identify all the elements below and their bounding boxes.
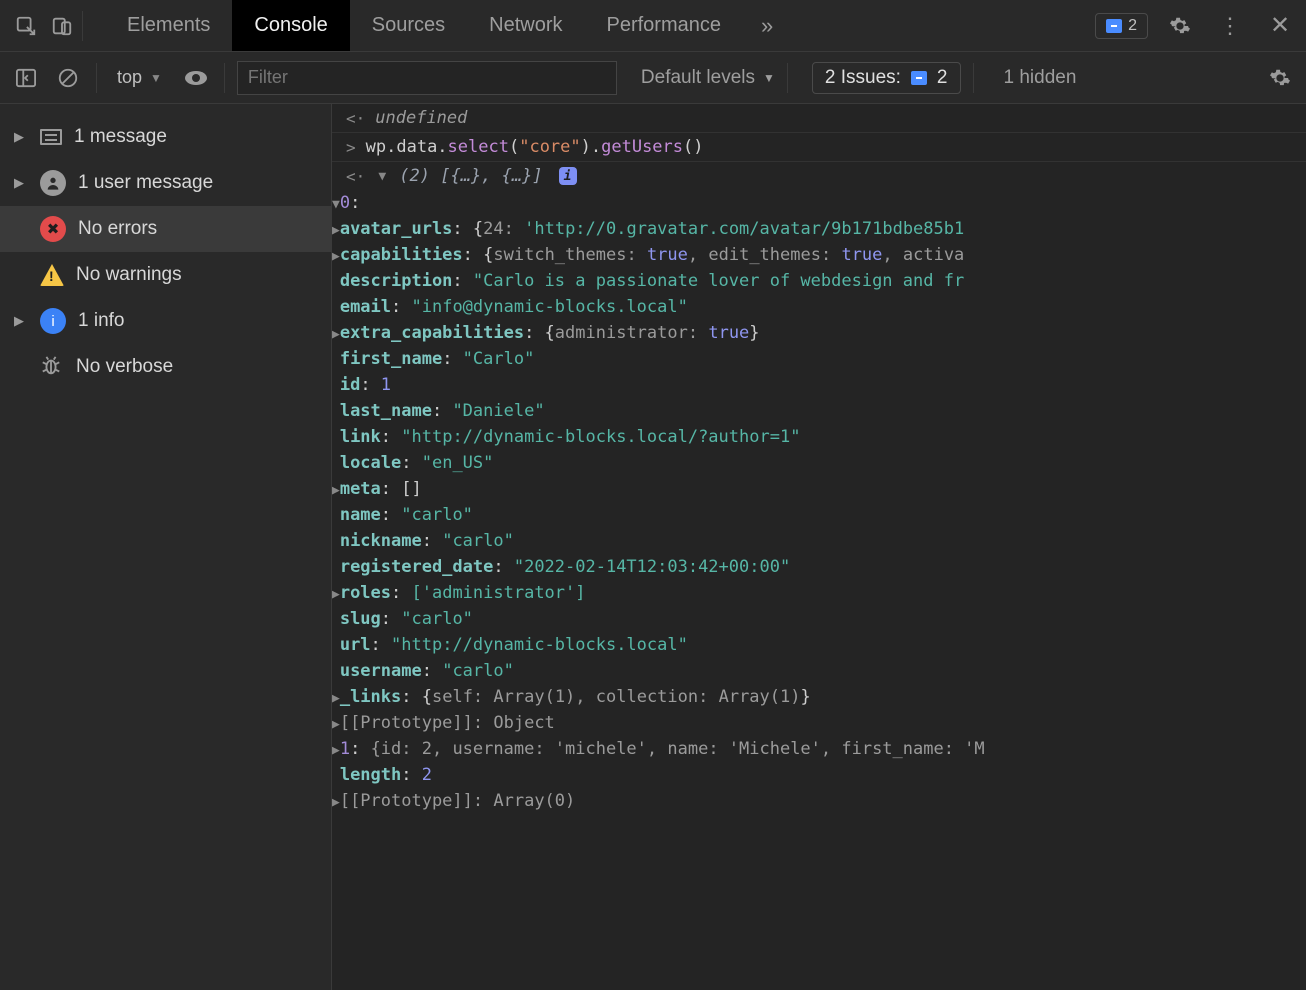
user-icon <box>40 170 66 196</box>
clear-console-icon[interactable] <box>52 62 84 94</box>
prop-username[interactable]: username: "carlo" <box>332 658 1306 684</box>
sidebar-item-messages[interactable]: ▶ 1 message <box>0 114 331 160</box>
prop-registered-date[interactable]: registered_date: "2022-02-14T12:03:42+00… <box>332 554 1306 580</box>
devtools-tab-bar: Elements Console Sources Network Perform… <box>0 0 1306 52</box>
info-icon: i <box>40 308 66 334</box>
sidebar-label: No verbose <box>76 356 173 378</box>
levels-label: Default levels <box>641 67 755 89</box>
return-arrow-icon: <· <box>346 109 365 128</box>
issues-count2: 2 <box>937 67 948 89</box>
prop-meta[interactable]: ▶meta: [] <box>332 476 1306 502</box>
prop-description[interactable]: description: "Carlo is a passionate love… <box>332 268 1306 294</box>
console-sidebar: ▶ 1 message ▶ 1 user message ✖ No errors… <box>0 104 332 990</box>
log-levels-selector[interactable]: Default levels ▼ <box>641 67 775 89</box>
command-text: wp.data.select("core").getUsers() <box>366 137 704 157</box>
prop-slug[interactable]: slug: "carlo" <box>332 606 1306 632</box>
prop-prototype[interactable]: ▶[[Prototype]]: Object <box>332 710 1306 736</box>
separator <box>82 11 83 41</box>
console-output: <· undefined > wp.data.select("core").ge… <box>332 104 1306 990</box>
error-icon: ✖ <box>40 216 66 242</box>
prop-nickname[interactable]: nickname: "carlo" <box>332 528 1306 554</box>
issues-count: 2 <box>1128 17 1137 35</box>
separator <box>973 63 974 93</box>
separator <box>787 63 788 93</box>
issues-indicator[interactable]: 2 <box>1095 13 1148 39</box>
sidebar-label: 1 user message <box>78 172 213 194</box>
sidebar-label: 1 message <box>74 126 167 148</box>
sidebar-item-user-messages[interactable]: ▶ 1 user message <box>0 160 331 206</box>
sidebar-item-errors[interactable]: ✖ No errors <box>0 206 331 252</box>
console-settings-gear-icon[interactable] <box>1264 62 1296 94</box>
issue-icon <box>1106 19 1122 33</box>
warning-icon <box>40 264 64 286</box>
sidebar-label: 1 info <box>78 310 124 332</box>
inspect-icon[interactable] <box>8 8 44 44</box>
prop-url[interactable]: url: "http://dynamic-blocks.local" <box>332 632 1306 658</box>
prop-email[interactable]: email: "info@dynamic-blocks.local" <box>332 294 1306 320</box>
chevron-down-icon: ▼ <box>763 71 775 85</box>
hidden-count: 1 hidden <box>1004 67 1077 89</box>
console-toolbar: top ▼ Default levels ▼ 2 Issues: 2 1 hid… <box>0 52 1306 104</box>
console-result-row[interactable]: <· ▼ (2) [{…}, {…}] i <box>332 162 1306 190</box>
sidebar-item-info[interactable]: ▶ i 1 info <box>0 298 331 344</box>
expand-caret-icon[interactable]: ▼ <box>332 197 340 212</box>
issues-button[interactable]: 2 Issues: 2 <box>812 62 961 94</box>
tab-sources[interactable]: Sources <box>350 0 467 51</box>
tab-performance[interactable]: Performance <box>585 0 744 51</box>
sidebar-item-verbose[interactable]: No verbose <box>0 344 331 390</box>
sidebar-item-warnings[interactable]: No warnings <box>0 252 331 298</box>
return-arrow-icon: <· <box>346 167 365 186</box>
tab-network[interactable]: Network <box>467 0 584 51</box>
prop-length[interactable]: length: 2 <box>332 762 1306 788</box>
close-devtools-icon[interactable]: ✕ <box>1262 8 1298 44</box>
prop-avatar-urls[interactable]: ▶avatar_urls: {24: 'http://0.gravatar.co… <box>332 216 1306 242</box>
array-summary: (2) [{…}, {…}] <box>399 166 542 186</box>
prop-locale[interactable]: locale: "en_US" <box>332 450 1306 476</box>
prop-capabilities[interactable]: ▶capabilities: {switch_themes: true, edi… <box>332 242 1306 268</box>
main-tabs: Elements Console Sources Network Perform… <box>105 0 743 51</box>
prop-link[interactable]: link: "http://dynamic-blocks.local/?auth… <box>332 424 1306 450</box>
prop-id[interactable]: id: 1 <box>332 372 1306 398</box>
filter-input[interactable] <box>237 61 617 95</box>
issues-label: 2 Issues: <box>825 67 901 89</box>
tab-elements[interactable]: Elements <box>105 0 232 51</box>
return-value: undefined <box>375 108 467 128</box>
object-index-row[interactable]: ▶1: {id: 2, username: 'michele', name: '… <box>332 736 1306 762</box>
more-tabs-icon[interactable]: » <box>761 13 773 39</box>
context-selector[interactable]: top ▼ <box>109 67 170 88</box>
prop-links[interactable]: ▶_links: {self: Array(1), collection: Ar… <box>332 684 1306 710</box>
device-toggle-icon[interactable] <box>44 8 80 44</box>
prop-extra-capabilities[interactable]: ▶extra_capabilities: {administrator: tru… <box>332 320 1306 346</box>
chevron-down-icon: ▼ <box>150 71 162 85</box>
tab-console[interactable]: Console <box>232 0 349 51</box>
bug-icon <box>40 355 64 379</box>
settings-gear-icon[interactable] <box>1162 8 1198 44</box>
expand-caret-icon: ▶ <box>14 175 28 191</box>
sidebar-label: No warnings <box>76 264 182 286</box>
expand-caret-icon[interactable]: ▼ <box>375 169 389 184</box>
prop-name[interactable]: name: "carlo" <box>332 502 1306 528</box>
console-input-row[interactable]: > wp.data.select("core").getUsers() <box>332 133 1306 162</box>
console-result-row[interactable]: <· undefined <box>332 104 1306 133</box>
prop-prototype[interactable]: ▶[[Prototype]]: Array(0) <box>332 788 1306 814</box>
expand-caret-icon: ▶ <box>14 129 28 145</box>
prop-first-name[interactable]: first_name: "Carlo" <box>332 346 1306 372</box>
live-expression-icon[interactable] <box>180 62 212 94</box>
separator <box>96 63 97 93</box>
list-icon <box>40 129 62 145</box>
input-caret-icon: > <box>346 138 356 157</box>
prop-roles[interactable]: ▶roles: ['administrator'] <box>332 580 1306 606</box>
sidebar-toggle-icon[interactable] <box>10 62 42 94</box>
object-index-row[interactable]: ▼0: <box>332 190 1306 216</box>
sidebar-label: No errors <box>78 218 157 240</box>
issue-icon <box>911 71 927 85</box>
context-label: top <box>117 67 142 88</box>
info-badge-icon[interactable]: i <box>559 167 577 185</box>
kebab-menu-icon[interactable]: ⋮ <box>1212 8 1248 44</box>
separator <box>224 63 225 93</box>
prop-last-name[interactable]: last_name: "Daniele" <box>332 398 1306 424</box>
expand-caret-icon: ▶ <box>14 313 28 329</box>
